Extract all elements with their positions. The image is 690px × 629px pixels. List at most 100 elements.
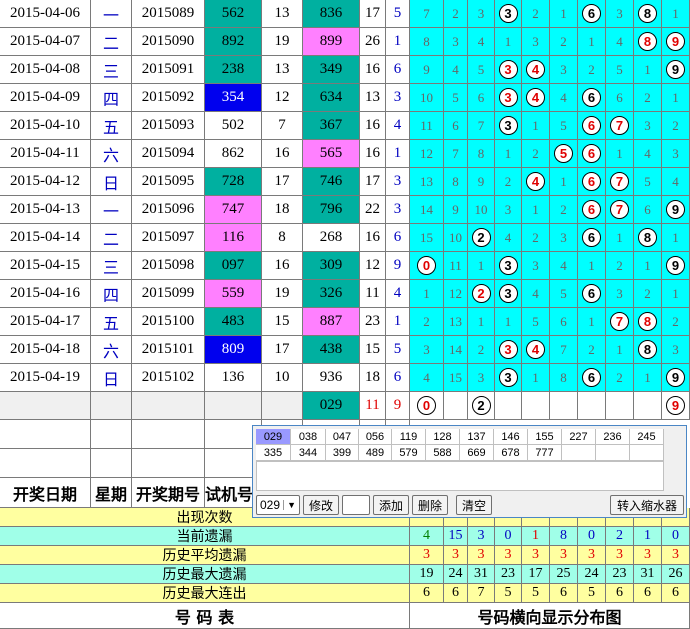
- number-option[interactable]: 056: [359, 429, 392, 445]
- row-sum: 16: [360, 56, 386, 84]
- row-draw: 746: [303, 168, 360, 196]
- dist-cell-4: 4: [522, 280, 550, 308]
- stat-value: 24: [578, 565, 606, 584]
- hit-ball: 6: [582, 88, 601, 107]
- row-date: 2015-04-13: [0, 196, 91, 224]
- number-option[interactable]: 669: [460, 445, 494, 461]
- stat-value: 1: [522, 527, 550, 546]
- dist-cell-6: 6: [578, 280, 606, 308]
- delete-button[interactable]: 删除: [412, 495, 448, 515]
- dist-cell-7: 1: [606, 336, 634, 364]
- row-weekday: 三: [91, 56, 132, 84]
- number-option[interactable]: 047: [326, 429, 359, 445]
- number-option[interactable]: 335: [256, 445, 291, 461]
- dist-cell-3: 3: [495, 112, 522, 140]
- dist-cell-1: 11: [444, 252, 468, 280]
- hit-ball: 9: [666, 200, 685, 219]
- row-sum: 13: [360, 84, 386, 112]
- row-draw: 326: [303, 280, 360, 308]
- dist-cell-0: 7: [410, 0, 444, 28]
- row-period: 2015091: [132, 56, 205, 84]
- stat-value: 5: [522, 584, 550, 603]
- dist-cell-8: 3: [634, 112, 662, 140]
- row-trial: 238: [205, 56, 262, 84]
- dist-cell-6: 6: [578, 112, 606, 140]
- row-span: 17: [262, 168, 303, 196]
- row-period: 2015093: [132, 112, 205, 140]
- row-weekday: 四: [91, 84, 132, 112]
- dist-cell-5: 6: [550, 308, 578, 336]
- hit-ball: 6: [582, 4, 601, 23]
- dist-cell-7: 7: [606, 196, 634, 224]
- dist-cell-3: 3: [495, 56, 522, 84]
- modify-button[interactable]: 修改: [303, 495, 339, 515]
- blank-cell: [0, 420, 91, 449]
- row-small: 1: [386, 140, 410, 168]
- number-select[interactable]: 029 ▼: [256, 495, 300, 515]
- dist-cell-8: 1: [634, 364, 662, 392]
- stat-value: 19: [410, 565, 444, 584]
- dist-cell-6: 1: [578, 252, 606, 280]
- row-weekday: 六: [91, 140, 132, 168]
- number-input[interactable]: [342, 495, 370, 515]
- number-option[interactable]: 777: [528, 445, 562, 461]
- row-period: 2015090: [132, 28, 205, 56]
- number-option[interactable]: 155: [528, 429, 562, 445]
- dist-cell-4: 5: [522, 308, 550, 336]
- number-option[interactable]: 399: [326, 445, 359, 461]
- stat-value: 3: [410, 546, 444, 565]
- row-sum: 16: [360, 140, 386, 168]
- number-option[interactable]: 029: [256, 429, 291, 445]
- row-sum: 11: [360, 280, 386, 308]
- dist-cell-3: 1: [495, 140, 522, 168]
- number-option[interactable]: 588: [426, 445, 460, 461]
- stat-value: 3: [578, 546, 606, 565]
- stat-value: 15: [444, 527, 468, 546]
- stat-value: 5: [495, 584, 522, 603]
- dist-cell-6: 1: [578, 308, 606, 336]
- dist-cell-5: 2: [550, 196, 578, 224]
- number-option[interactable]: 128: [426, 429, 460, 445]
- number-option[interactable]: 245: [630, 429, 664, 445]
- stat-value: 4: [410, 527, 444, 546]
- number-option[interactable]: [630, 445, 664, 461]
- number-option[interactable]: 579: [392, 445, 426, 461]
- dist-cell-3: 3: [495, 280, 522, 308]
- number-option[interactable]: 344: [291, 445, 326, 461]
- hit-ball: 6: [582, 172, 601, 191]
- number-option[interactable]: 678: [494, 445, 528, 461]
- number-option[interactable]: 489: [359, 445, 392, 461]
- number-option[interactable]: 236: [596, 429, 630, 445]
- hit-ball: 4: [526, 88, 545, 107]
- dist-cell-3: 3: [495, 336, 522, 364]
- transfer-button[interactable]: 转入缩水器: [610, 495, 684, 515]
- dist-cell-0: 10: [410, 84, 444, 112]
- row-sum: 12: [360, 252, 386, 280]
- number-option[interactable]: 038: [291, 429, 326, 445]
- stat-value: 6: [410, 584, 444, 603]
- dist-cell-3: 3: [495, 196, 522, 224]
- number-option[interactable]: 137: [460, 429, 494, 445]
- number-option[interactable]: [596, 445, 630, 461]
- chevron-down-icon[interactable]: ▼: [283, 500, 299, 510]
- dist-cell-6: 1: [578, 28, 606, 56]
- hit-ball: 8: [638, 32, 657, 51]
- hit-ball: 9: [666, 396, 685, 415]
- stat-value: 3: [522, 546, 550, 565]
- add-button[interactable]: 添加: [373, 495, 409, 515]
- number-option[interactable]: 227: [562, 429, 596, 445]
- dist-cell-0: 12: [410, 140, 444, 168]
- row-span: 13: [262, 0, 303, 28]
- number-option[interactable]: 146: [494, 429, 528, 445]
- footer-left: 号 码 表: [0, 603, 410, 629]
- hit-ball: 4: [526, 172, 545, 191]
- dist-cell-7: 5: [606, 56, 634, 84]
- number-option[interactable]: 119: [392, 429, 426, 445]
- hit-ball: 6: [582, 368, 601, 387]
- hit-ball: 7: [610, 200, 629, 219]
- dist-cell-5: 7: [550, 336, 578, 364]
- clear-button[interactable]: 清空: [456, 495, 492, 515]
- row-small: 3: [386, 168, 410, 196]
- number-option[interactable]: [562, 445, 596, 461]
- row-small: 3: [386, 196, 410, 224]
